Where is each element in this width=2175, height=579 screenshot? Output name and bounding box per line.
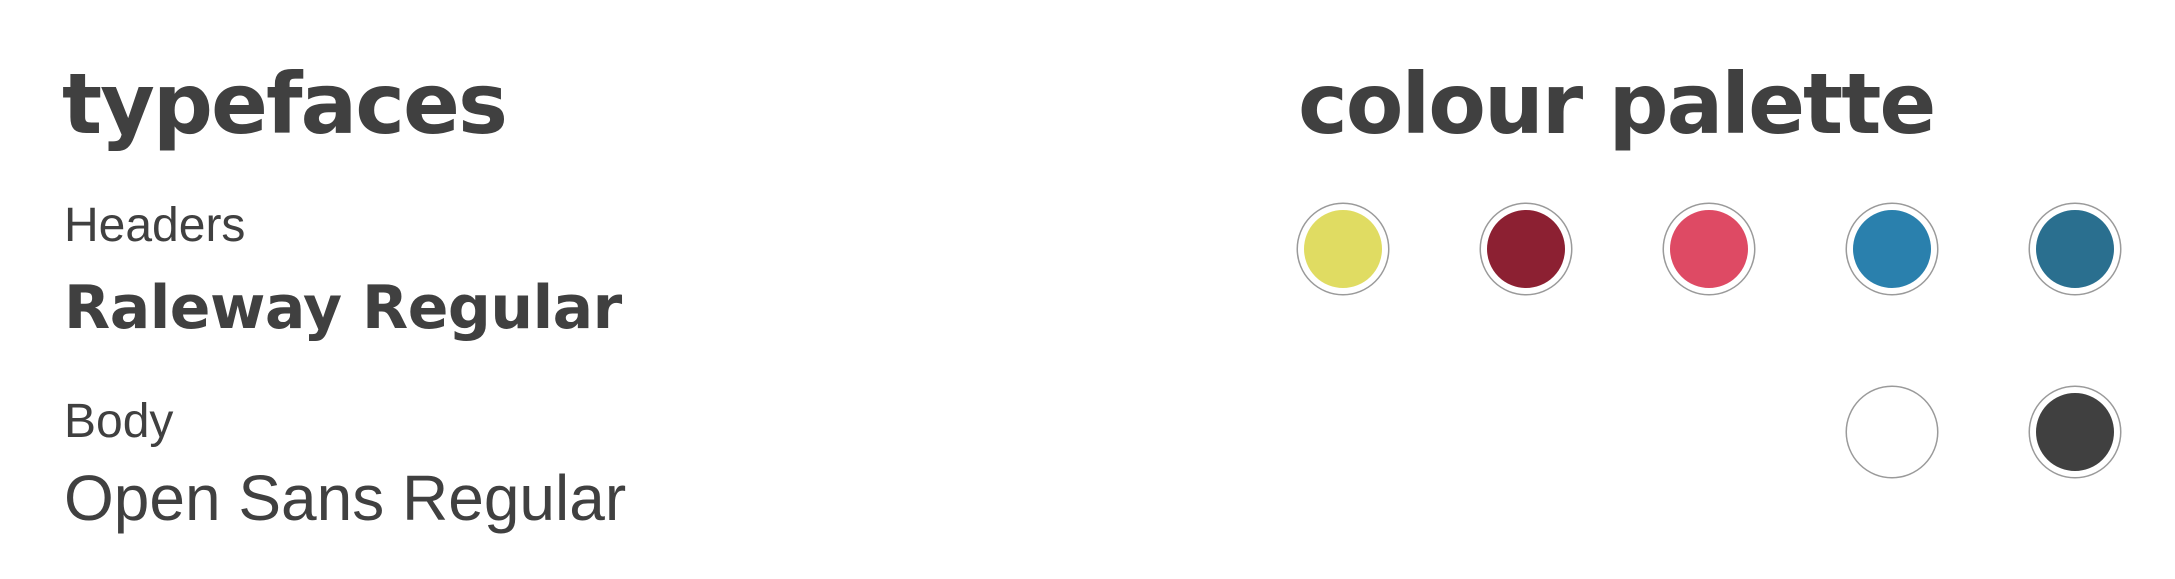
swatch-blue — [1847, 204, 1937, 294]
typefaces-heading: typefaces — [62, 55, 508, 153]
headers-label: Headers — [64, 199, 246, 252]
swatch-teal-blue — [2030, 204, 2120, 294]
body-label: Body — [64, 395, 174, 448]
swatch-yellow — [1298, 204, 1388, 294]
swatch-white — [1847, 387, 1937, 477]
body-font-name: Open Sans Regular — [64, 462, 627, 534]
swatch-pink-red — [1664, 204, 1754, 294]
colour-palette-heading: colour palette — [1298, 55, 1936, 153]
headers-font-name: Raleway Regular — [64, 273, 622, 343]
swatch-dark-grey — [2030, 387, 2120, 477]
swatch-dark-red — [1481, 204, 1571, 294]
